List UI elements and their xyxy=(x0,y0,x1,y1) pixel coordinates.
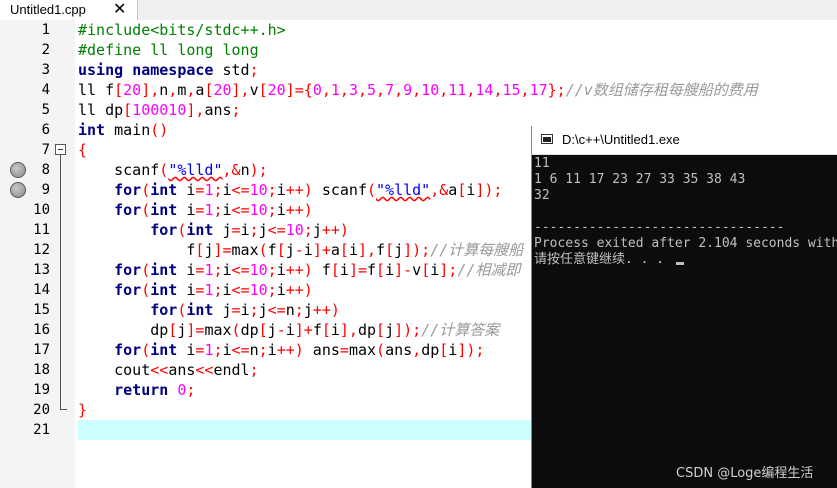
code-line-16: dp[j]=max(dp[j-i]+f[i],dp[j]);//计算答案 xyxy=(78,321,500,339)
code-line-14: for(int i=1;i<=10;i++) xyxy=(114,281,313,299)
line-number: 13 xyxy=(33,262,50,278)
line-number: 12 xyxy=(33,242,50,258)
code-line-2: #define ll long long xyxy=(78,40,259,60)
current-line-highlight xyxy=(78,420,538,440)
line-number: 20 xyxy=(33,402,50,418)
console-line: -------------------------------- xyxy=(534,220,785,235)
code-line-19: return 0; xyxy=(114,381,196,399)
preprocessor: #include<bits/stdc++.h> xyxy=(78,21,286,39)
console-app-icon xyxy=(541,134,553,144)
code-line-3: using namespace std; xyxy=(78,61,259,79)
line-number: 2 xyxy=(41,42,50,58)
line-number: 4 xyxy=(41,82,50,98)
code-line-11: for(int j=i;j<=10;j++) xyxy=(150,221,349,239)
code-line-5: ll dp[100010],ans; xyxy=(78,101,241,119)
code-line-8: scanf("%lld",&n); xyxy=(78,161,268,179)
code-line-1: #include<bits/stdc++.h> xyxy=(78,20,286,40)
preprocessor: #define ll long long xyxy=(78,41,259,59)
code-line-10: for(int i=1;i<=10;i++) xyxy=(114,201,313,219)
fold-toggle-icon[interactable] xyxy=(55,144,66,155)
console-line: 32 xyxy=(534,188,550,203)
tab-title: Untitled1.cpp xyxy=(10,2,86,17)
tab-untitled1[interactable]: Untitled1.cpp ✕ xyxy=(0,0,138,20)
close-icon[interactable]: ✕ xyxy=(113,0,126,19)
fold-line xyxy=(60,155,61,410)
code-line-13: for(int i=1;i<=10;i++) f[i]=f[i]-v[i];//… xyxy=(114,261,521,279)
code-line-18: cout<<ans<<endl; xyxy=(78,361,259,379)
code-line-7: { xyxy=(78,141,88,159)
line-number: 9 xyxy=(41,182,50,198)
code-line-4: ll f[20],n,m,a[20],v[20]={0,1,3,5,7,9,10… xyxy=(78,81,758,99)
console-titlebar[interactable]: D:\c++\Untitled1.exe xyxy=(532,126,837,155)
line-number: 10 xyxy=(33,202,50,218)
console-window[interactable]: D:\c++\Untitled1.exe 11 1 6 11 17 23 27 … xyxy=(531,126,837,488)
fold-end xyxy=(60,409,67,410)
line-number: 5 xyxy=(41,102,50,118)
line-number: 19 xyxy=(33,382,50,398)
line-number: 6 xyxy=(41,122,50,138)
line-number: 16 xyxy=(33,322,50,338)
console-line: Process exited after 2.104 seconds with xyxy=(534,236,837,251)
line-number: 21 xyxy=(33,422,50,438)
line-number: 3 xyxy=(41,62,50,78)
text-cursor xyxy=(675,262,684,265)
line-number: 1 xyxy=(41,22,50,38)
code-line-15: for(int j=i;j<=n;j++) xyxy=(150,301,340,319)
line-number: 15 xyxy=(33,302,50,318)
line-number: 11 xyxy=(33,222,50,238)
code-line-12: f[j]=max(f[j-i]+a[i],f[j]);//计算每艘船 xyxy=(78,241,524,259)
console-line: 11 xyxy=(534,156,550,171)
code-line-9: for(int i=1;i<=10;i++) scanf("%lld",&a[i… xyxy=(114,181,503,199)
console-line: 1 6 11 17 23 27 33 35 38 43 xyxy=(534,172,746,187)
line-number: 7 xyxy=(41,142,50,158)
line-number: 18 xyxy=(33,362,50,378)
console-title: D:\c++\Untitled1.exe xyxy=(562,132,680,147)
tab-bar: Untitled1.cpp ✕ xyxy=(0,0,837,21)
code-line-20: } xyxy=(78,401,88,419)
console-prompt-line: 请按任意键继续. . . xyxy=(534,252,684,268)
code-line-17: for(int i=1;i<=n;i++) ans=max(ans,dp[i])… xyxy=(114,341,485,359)
line-number: 8 xyxy=(41,162,50,178)
watermark: CSDN @Loge编程生活 xyxy=(676,466,814,481)
line-number: 14 xyxy=(33,282,50,298)
line-number: 17 xyxy=(33,342,50,358)
code-line-6: int main() xyxy=(78,121,169,139)
